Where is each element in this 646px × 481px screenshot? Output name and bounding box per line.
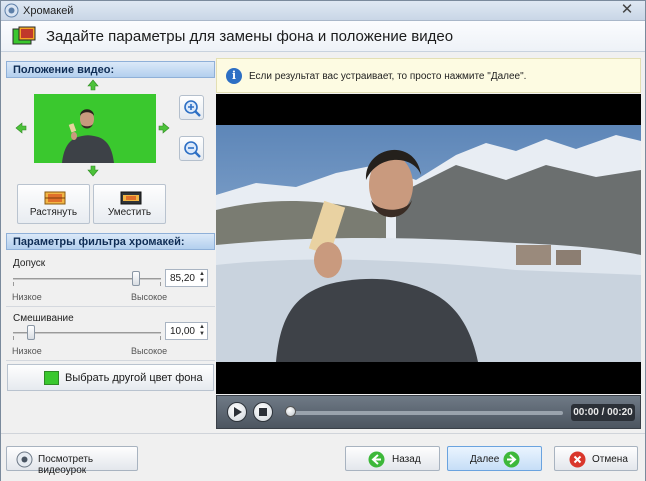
watch-tutorial-button[interactable]: Посмотреть видеоурок xyxy=(6,446,138,476)
video-position-header: Положение видео: xyxy=(6,61,215,78)
tick xyxy=(160,282,161,286)
next-label: Далее xyxy=(470,454,500,465)
tutorial-icon xyxy=(16,451,33,468)
stretch-button[interactable]: Растянуть xyxy=(17,184,90,224)
info-text: Если результат вас устраивает, то просто… xyxy=(249,71,527,82)
spin-arrows-icon[interactable]: ▲ ▼ xyxy=(199,324,205,338)
divider xyxy=(6,306,215,307)
fit-label: Уместить xyxy=(107,207,152,218)
video-frame xyxy=(216,125,641,362)
blend-low-label: Низкое xyxy=(12,346,42,356)
blend-spinbox[interactable]: 10,00 ▲ ▼ xyxy=(165,322,208,340)
tolerance-label: Допуск xyxy=(13,258,46,269)
video-preview[interactable] xyxy=(216,94,641,394)
tick xyxy=(160,336,161,340)
chromakey-window: Хромакей ✕ Задайте параметры для замены … xyxy=(0,0,646,481)
cancel-icon xyxy=(569,451,586,468)
seek-thumb[interactable] xyxy=(285,406,296,417)
stop-button[interactable] xyxy=(253,402,273,422)
settings-panel: Положение видео: Растянуть Уместить Пара… xyxy=(3,58,215,430)
fit-icon xyxy=(120,191,142,205)
info-icon: i xyxy=(226,68,242,84)
blend-value: 10,00 xyxy=(169,326,195,337)
page-title: Задайте параметры для замены фона и поло… xyxy=(46,28,454,45)
close-icon[interactable]: ✕ xyxy=(619,2,635,18)
spin-arrows-icon[interactable]: ▲ ▼ xyxy=(199,271,205,285)
tolerance-spinbox[interactable]: 85,20 ▲ ▼ xyxy=(165,269,208,287)
arrow-up-icon[interactable] xyxy=(87,79,99,91)
chromakey-icon xyxy=(12,26,36,45)
tick xyxy=(13,282,14,286)
tick xyxy=(13,336,14,340)
divider xyxy=(6,360,215,361)
blend-high-label: Высокое xyxy=(131,346,168,356)
back-arrow-icon xyxy=(368,451,385,468)
cancel-button[interactable]: Отмена xyxy=(554,446,638,471)
back-button[interactable]: Назад xyxy=(345,446,440,471)
time-display: 00:00 / 00:20 xyxy=(571,404,635,421)
zoom-out-button[interactable] xyxy=(179,136,204,161)
stop-icon xyxy=(259,408,267,416)
tolerance-high-label: Высокое xyxy=(131,292,168,302)
back-label: Назад xyxy=(392,454,421,465)
choose-bg-color-label: Выбрать другой цвет фона xyxy=(65,372,203,384)
composited-video-image xyxy=(216,125,641,362)
app-icon xyxy=(4,3,19,18)
play-button[interactable] xyxy=(227,402,247,422)
fit-button[interactable]: Уместить xyxy=(93,184,166,224)
arrow-down-icon[interactable] xyxy=(87,165,99,177)
choose-bg-color-button[interactable]: Выбрать другой цвет фона xyxy=(7,364,214,391)
player-controls: 00:00 / 00:20 xyxy=(216,395,641,429)
cancel-label: Отмена xyxy=(592,454,628,465)
arrow-left-icon[interactable] xyxy=(15,122,27,134)
play-icon xyxy=(234,407,242,417)
info-bar: i Если результат вас устраивает, то прос… xyxy=(216,58,641,93)
zoom-in-icon xyxy=(184,100,201,117)
blend-slider-track[interactable] xyxy=(13,332,161,334)
stretch-icon xyxy=(44,191,66,205)
zoom-out-icon xyxy=(184,141,201,158)
footer: Посмотреть видеоурок Назад Далее Отмена xyxy=(1,433,645,481)
color-swatch xyxy=(44,371,59,385)
wizard-header: Задайте параметры для замены фона и поло… xyxy=(1,21,645,52)
position-preview[interactable] xyxy=(34,94,156,163)
chromakey-filter-header: Параметры фильтра хромакей: xyxy=(6,233,215,250)
arrow-right-icon[interactable] xyxy=(158,122,170,134)
next-button[interactable]: Далее xyxy=(447,446,542,471)
next-arrow-icon xyxy=(503,451,520,468)
tolerance-value: 85,20 xyxy=(169,273,195,284)
blend-slider-thumb[interactable] xyxy=(27,325,35,340)
watch-tutorial-label: Посмотреть видеоурок xyxy=(38,454,94,476)
tolerance-slider-thumb[interactable] xyxy=(132,271,140,286)
window-title: Хромакей xyxy=(23,5,74,17)
zoom-in-button[interactable] xyxy=(179,95,204,120)
stretch-label: Растянуть xyxy=(29,207,78,218)
title-bar[interactable]: Хромакей ✕ xyxy=(1,1,645,21)
blend-label: Смешивание xyxy=(13,313,74,324)
tolerance-low-label: Низкое xyxy=(12,292,42,302)
seek-bar[interactable] xyxy=(289,411,563,415)
person-thumbnail xyxy=(34,94,156,163)
